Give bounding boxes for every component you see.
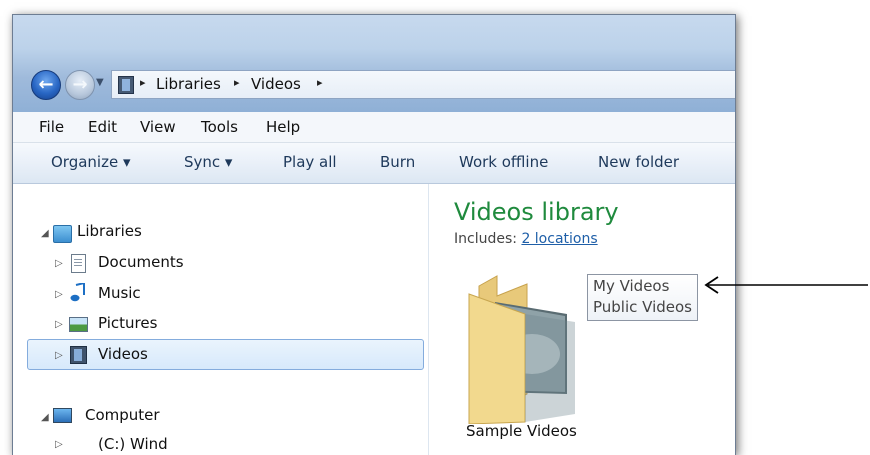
breadcrumb-separator[interactable]: ▸ [140, 76, 146, 89]
back-button[interactable]: ← [31, 70, 61, 100]
sample-videos-folder[interactable] [467, 274, 577, 425]
tree-item-computer[interactable]: Computer [85, 406, 160, 424]
videos-icon [70, 346, 87, 364]
collapsed-triangle-icon[interactable]: ▷ [55, 439, 63, 450]
locations-tooltip: My Videos Public Videos [587, 274, 699, 321]
menu-view[interactable]: View [140, 118, 176, 136]
libraries-icon [53, 225, 72, 243]
breadcrumb-videos[interactable]: Videos [251, 75, 301, 93]
computer-icon [53, 408, 72, 423]
address-area: ← → ▼ ▸ Libraries ▸ Videos ▸ [13, 70, 735, 100]
navigation-pane: ◢ Libraries ▷ Documents ▷ Music ▷ Pictur… [13, 184, 429, 455]
tooltip-line-my-videos: My Videos [593, 277, 670, 295]
tree-item-music[interactable]: Music [98, 284, 141, 302]
collapsed-triangle-icon[interactable]: ▷ [55, 350, 63, 361]
pictures-icon [69, 317, 88, 332]
forward-arrow-icon: → [72, 74, 88, 95]
expanded-triangle-icon[interactable]: ◢ [41, 412, 49, 423]
includes-line: Includes: 2 locations [454, 231, 598, 247]
tooltip-line-public-videos: Public Videos [593, 298, 693, 316]
new-folder-button[interactable]: New folder [598, 153, 679, 171]
menu-tools[interactable]: Tools [201, 118, 238, 136]
sync-button[interactable]: Sync ▾ [184, 153, 232, 171]
play-all-button[interactable]: Play all [283, 153, 337, 171]
documents-icon [71, 254, 86, 273]
includes-label: Includes: [454, 231, 517, 247]
title-bar: ← → ▼ ▸ Libraries ▸ Videos ▸ [13, 15, 735, 112]
tree-item-drive[interactable]: (C:) Wind [98, 435, 168, 453]
breadcrumb-separator[interactable]: ▸ [317, 76, 323, 89]
folder-label[interactable]: Sample Videos [466, 422, 577, 440]
tree-item-videos[interactable]: Videos [98, 345, 148, 363]
address-bar[interactable]: ▸ Libraries ▸ Videos ▸ [111, 70, 735, 99]
collapsed-triangle-icon[interactable]: ▷ [55, 289, 63, 300]
videos-film-icon [118, 76, 134, 94]
tree-item-libraries[interactable]: Libraries [77, 222, 142, 240]
collapsed-triangle-icon[interactable]: ▷ [55, 319, 63, 330]
burn-button[interactable]: Burn [380, 153, 415, 171]
collapsed-triangle-icon[interactable]: ▷ [55, 258, 63, 269]
breadcrumb-separator[interactable]: ▸ [234, 76, 240, 89]
menu-file[interactable]: File [39, 118, 64, 136]
explorer-window: ← → ▼ ▸ Libraries ▸ Videos ▸ File Edit V… [12, 14, 736, 455]
library-content-pane: Videos library Includes: 2 locations Sam… [429, 184, 735, 455]
organize-button[interactable]: Organize ▾ [51, 153, 131, 171]
breadcrumb-libraries[interactable]: Libraries [156, 75, 221, 93]
work-offline-button[interactable]: Work offline [459, 153, 548, 171]
library-title: Videos library [454, 198, 619, 226]
tree-item-documents[interactable]: Documents [98, 253, 184, 271]
forward-button[interactable]: → [65, 70, 95, 100]
back-arrow-icon: ← [38, 74, 54, 95]
recent-pages-dropdown-icon[interactable]: ▼ [96, 77, 104, 88]
menu-edit[interactable]: Edit [88, 118, 117, 136]
command-bar: Organize ▾ Sync ▾ Play all Burn Work off… [13, 143, 735, 184]
annotation-arrow-icon [704, 276, 868, 294]
tree-item-pictures[interactable]: Pictures [98, 314, 157, 332]
locations-link[interactable]: 2 locations [521, 231, 597, 247]
menu-bar: File Edit View Tools Help [13, 112, 735, 143]
folder-icon [468, 275, 575, 425]
menu-help[interactable]: Help [266, 118, 300, 136]
expanded-triangle-icon[interactable]: ◢ [41, 228, 49, 239]
music-icon [70, 281, 85, 302]
